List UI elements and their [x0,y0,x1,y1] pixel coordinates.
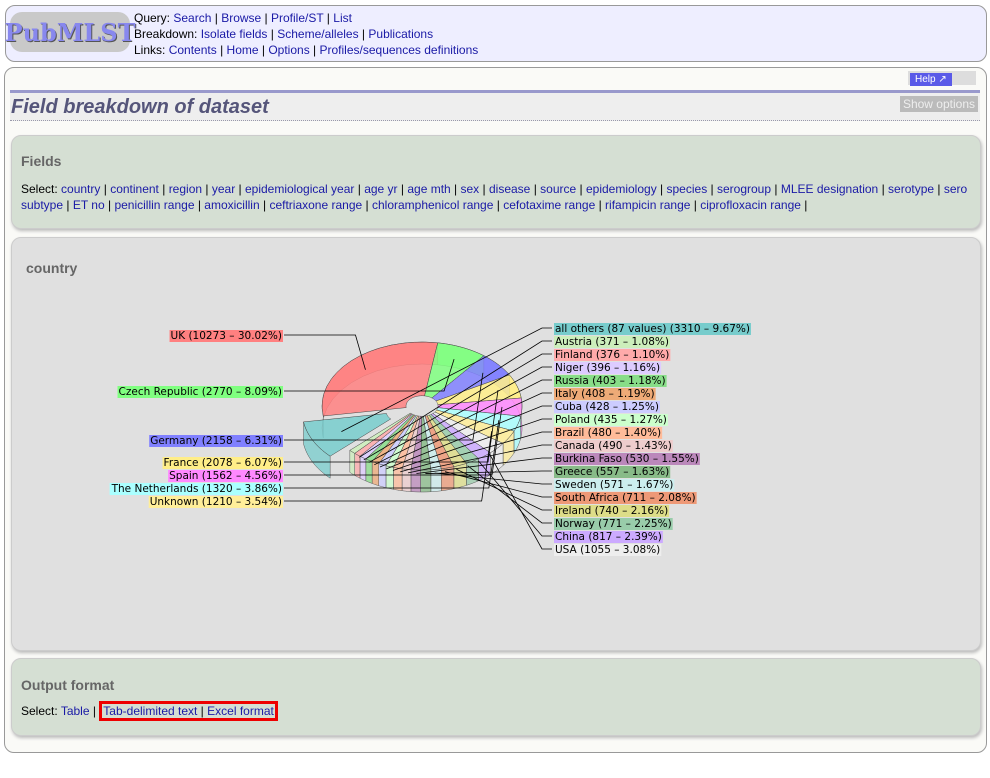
output-format-panel: Output format Select: Table | Tab-delimi… [11,658,981,736]
slice-label: Czech Republic (2770 – 8.09%) [119,386,282,398]
slice-label: Finland (376 – 1.10%) [555,349,669,361]
help-button[interactable]: Help ↗ [910,73,952,86]
fields-select: Select: country | continent | region | y… [21,182,968,212]
pie-slice-side [371,461,380,487]
slice-label: Ireland (740 – 2.16%) [555,505,668,517]
slice-label: Poland (435 – 1.27%) [555,414,667,426]
slice-label: Unknown (1210 – 3.54%) [150,496,282,508]
slice-label: Cuba (428 – 1.25%) [555,401,659,413]
output-excel-link[interactable]: Excel format [207,704,274,718]
field-link-cefotaxime-range[interactable]: cefotaxime range [503,198,595,212]
pie-chart: UK (10273 – 30.02%) Czech Republic (2770 … [109,323,751,556]
slice-label: all others (87 values) (3310 – 9.67%) [555,323,750,335]
pie-slice-side [385,465,394,490]
field-link-age-yr[interactable]: age yr [364,182,397,196]
title-bar: Field breakdown of dataset Show options [10,90,980,121]
field-link-serotype[interactable]: serotype [888,182,934,196]
output-select: Select: Table | Tab-delimited text | Exc… [21,701,278,721]
field-link-epidemiological-year[interactable]: epidemiological year [245,182,354,196]
slice-label: China (817 – 2.39%) [555,531,662,543]
slice-label: Austria (371 – 1.08%) [555,336,669,348]
slice-label: The Netherlands (1320 – 3.86%) [111,483,282,495]
fields-heading: Fields [21,153,62,169]
slice-label: Burkina Faso (530 – 1.55%) [555,453,699,465]
field-link-age-mth[interactable]: age mth [407,182,450,196]
slice-label: UK (10273 – 30.02%) [171,330,282,342]
field-link-species[interactable]: species [667,182,708,196]
output-tab-delimited-link[interactable]: Tab-delimited text [103,704,197,718]
field-link-et-no[interactable]: ET no [73,198,105,212]
pie-slice-side [378,463,387,489]
main-content: Help ↗ Field breakdown of dataset Show o… [4,67,987,753]
slice-label: Russia (403 – 1.18%) [555,375,666,387]
slice-label: France (2078 – 6.07%) [164,457,282,469]
field-link-rifampicin-range[interactable]: rifampicin range [605,198,690,212]
query-label: Query: [134,11,171,25]
field-link-epidemiology[interactable]: epidemiology [586,182,657,196]
nav-profiles-definitions[interactable]: Profiles/sequences definitions [320,43,479,57]
top-header: PubMLST Query: Search | Browse | Profile… [5,5,987,62]
field-link-amoxicillin[interactable]: amoxicillin [204,198,259,212]
fields-panel: Fields Select: country | continent | reg… [11,135,981,229]
output-heading: Output format [21,677,115,693]
field-link-mlee-designation[interactable]: MLEE designation [781,182,878,196]
nav-profile-st[interactable]: Profile/ST [271,11,323,25]
select-label: Select: [21,704,58,718]
pie-slice-side [393,467,403,492]
field-link-ciprofloxacin-range[interactable]: ciprofloxacin range [700,198,801,212]
output-table-link[interactable]: Table [61,704,90,718]
help-bar: Help ↗ [908,71,976,86]
select-label: Select: [21,182,58,196]
nav-list[interactable]: List [333,11,352,25]
field-link-penicillin-range[interactable]: penicillin range [114,198,194,212]
slice-label: USA (1055 – 3.08%) [555,544,660,556]
field-link-source[interactable]: source [540,182,576,196]
slice-label: South Africa (711 – 2.08%) [555,492,696,504]
pie-slice-side [359,455,367,482]
slice-label: Spain (1562 – 4.56%) [169,470,282,482]
nav-search[interactable]: Search [173,11,211,25]
links-label: Links: [134,43,166,57]
field-link-continent[interactable]: continent [110,182,159,196]
nav-options[interactable]: Options [268,43,309,57]
nav-contents[interactable]: Contents [169,43,217,57]
show-options-button[interactable]: Show options [899,96,978,112]
field-link-serogroup[interactable]: serogroup [717,182,771,196]
page-title: Field breakdown of dataset [11,96,269,118]
field-link-sex[interactable]: sex [461,182,480,196]
slice-label: Greece (557 – 1.63%) [555,466,669,478]
slice-label: Niger (396 – 1.16%) [555,362,660,374]
help-label: Help [915,74,936,85]
pie-slice-uk [321,341,439,417]
pubmlst-logo[interactable]: PubMLST [5,12,135,52]
chart-panel: country UK (10273 – 30.02%) Czech Republi… [11,237,981,651]
field-link-ceftriaxone-range[interactable]: ceftriaxone range [269,198,362,212]
nav-home[interactable]: Home [227,43,259,57]
field-link-chloramphenicol-range[interactable]: chloramphenicol range [372,198,493,212]
external-link-icon: ↗ [938,74,947,85]
nav-publications[interactable]: Publications [368,27,433,41]
field-link-disease[interactable]: disease [489,182,530,196]
slice-label: Sweden (571 – 1.67%) [555,479,673,491]
slice-label: Italy (408 – 1.19%) [555,388,655,400]
slice-label: Brazil (480 – 1.40%) [555,427,661,439]
pie-slice-side [349,449,355,476]
nav-scheme-alleles[interactable]: Scheme/alleles [277,27,358,41]
slice-label: Norway (771 – 2.25%) [555,518,672,530]
nav-isolate-fields[interactable]: Isolate fields [201,27,268,41]
highlight-box: Tab-delimited text | Excel format [99,701,278,721]
nav-links: Query: Search | Browse | Profile/ST | Li… [134,11,479,57]
field-link-region[interactable]: region [169,182,202,196]
field-link-year[interactable]: year [212,182,235,196]
breakdown-label: Breakdown: [134,27,198,41]
field-link-country[interactable]: country [61,182,100,196]
nav-browse[interactable]: Browse [221,11,261,25]
slice-label: Canada (490 – 1.43%) [555,440,672,452]
slice-label: Germany (2158 – 6.31%) [150,435,282,447]
